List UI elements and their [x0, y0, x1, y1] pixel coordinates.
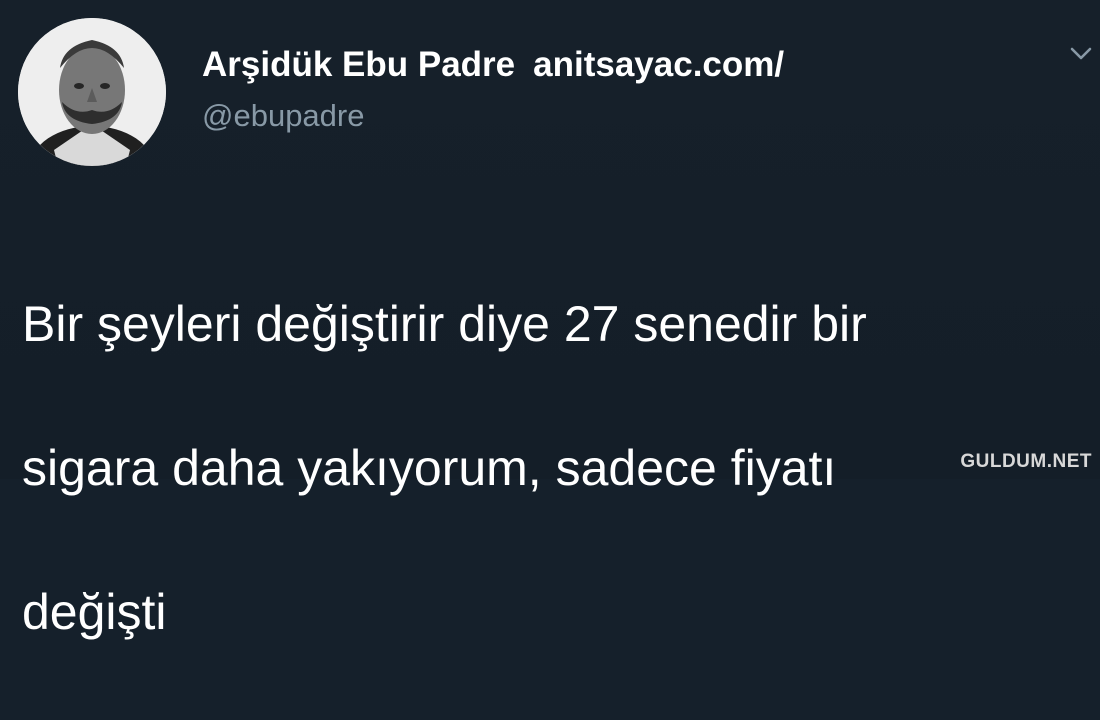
- tweet-text-line-3: değişti: [22, 584, 167, 640]
- tweet-card: Arşidük Ebu Padre anitsayac.com/ @ebupadr…: [0, 0, 1100, 640]
- avatar-image: [18, 18, 166, 166]
- website-text: anitsayac.com/: [533, 45, 785, 84]
- tweet-text-line-1: Bir şeyleri değiştirir diye 27 senedir b…: [22, 296, 867, 352]
- tweet-text-line-2: sigara daha yakıyorum, sadece fiyatı: [22, 440, 837, 496]
- tweet-header: Arşidük Ebu Padre anitsayac.com/ @ebupadr…: [202, 42, 1022, 136]
- tweet-text: Bir şeyleri değiştirir diye 27 senedir b…: [22, 216, 1082, 720]
- watermark: GULDUM.NET: [960, 451, 1092, 472]
- display-name[interactable]: Arşidük Ebu Padre: [202, 45, 515, 84]
- avatar[interactable]: [18, 18, 166, 166]
- user-handle[interactable]: @ebupadre: [202, 96, 1022, 136]
- chevron-down-icon[interactable]: [1070, 46, 1092, 62]
- name-line: Arşidük Ebu Padre anitsayac.com/: [202, 42, 1022, 88]
